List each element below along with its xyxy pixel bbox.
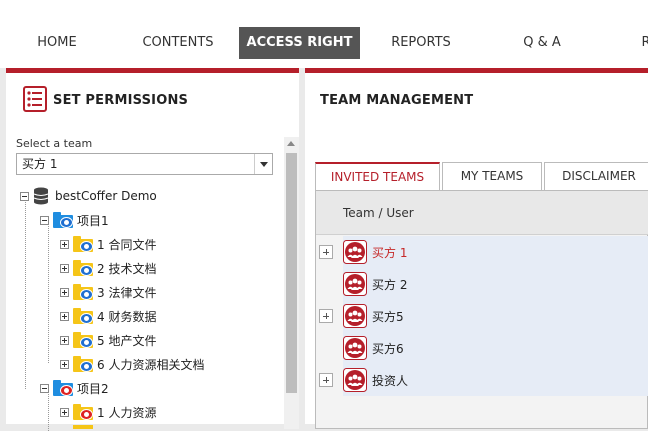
permissions-list-icon [23,86,47,112]
expand-toggle[interactable] [60,311,69,321]
expand-toggle[interactable] [60,239,69,249]
team-row[interactable]: 买方 1 [316,236,648,268]
folder-view-icon [73,332,93,348]
team-icon [343,240,367,264]
tree-project2[interactable]: 项目2 [40,378,109,398]
tree-item-label: 2 技术文档 [97,261,157,276]
folder-icon [73,425,93,429]
tree-item-label: 3 法律文件 [97,285,157,300]
grid-body: 买方 1 买方 2 买方5 买方6 投资人 [316,236,648,396]
tree-line [48,223,49,363]
expand-toggle[interactable] [60,407,69,417]
scroll-thumb[interactable] [286,153,297,393]
expand-toggle[interactable] [60,287,69,297]
team-icon [343,304,367,328]
team-name: 投资人 [372,373,409,388]
tree-item-label: 4 财务数据 [97,309,157,324]
team-management-title: TEAM MANAGEMENT [320,93,474,108]
folder-view-icon [73,236,93,252]
team-icon [343,368,367,392]
tree-item-label: 6 人力资源相关文档 [97,357,205,372]
collapse-toggle[interactable] [20,191,29,201]
project-folder-deny-icon [53,380,73,396]
team-name: 买方5 [372,309,404,324]
nav-contents[interactable]: CONTENTS [140,27,216,59]
team-row[interactable]: 买方 2 [316,268,648,300]
tree-item[interactable]: 1 人力资源 [60,402,156,422]
tree-item-label: 5 地产文件 [97,333,157,348]
team-select[interactable]: 买方 1 [16,153,273,175]
tab-my-teams[interactable]: MY TEAMS [442,162,542,190]
folder-view-icon [73,260,93,276]
team-management-panel: TEAM MANAGEMENT INVITED TEAMS MY TEAMS D… [305,68,648,429]
collapse-toggle[interactable] [40,383,49,393]
collapse-toggle[interactable] [40,215,49,225]
tree-item[interactable]: 4 财务数据 [60,306,156,326]
tree-item[interactable]: 2 技术文档 [60,258,156,278]
team-name: 买方6 [372,341,404,356]
expand-row-icon[interactable] [319,309,333,323]
expand-row-icon[interactable] [319,245,333,259]
expand-toggle[interactable] [60,359,69,369]
tree-item-label: 1 合同文件 [97,237,157,252]
expand-toggle[interactable] [60,263,69,273]
tree-item[interactable]: 5 地产文件 [60,330,156,350]
expand-row-icon[interactable] [319,373,333,387]
expand-toggle[interactable] [60,335,69,345]
team-name: 买方 2 [372,277,408,292]
nav-access-right[interactable]: ACCESS RIGHT [239,27,360,59]
tree-scrollbar[interactable] [284,137,299,429]
teams-grid: Team / User 买方 1 买方 2 买方5 买方6 投资人 [315,190,648,429]
nav-home[interactable]: HOME [36,27,78,59]
tab-invited-teams[interactable]: INVITED TEAMS [315,162,440,190]
folder-view-icon [73,284,93,300]
folder-view-icon [73,356,93,372]
top-navigation-bar: HOME CONTENTS ACCESS RIGHT REPORTS Q & A… [0,0,648,68]
nav-qa[interactable]: Q & A [521,27,563,59]
grid-header: Team / User [316,191,648,235]
scroll-up-arrow-icon[interactable] [287,141,295,146]
tree-item-partial [60,425,97,429]
chevron-down-icon[interactable] [254,154,272,174]
tree-item-label: 项目2 [77,381,109,396]
tree-line [25,199,26,389]
folder-deny-icon [73,404,93,420]
team-name: 买方 1 [372,245,408,260]
nav-reports[interactable]: REPORTS [389,27,453,59]
nav-reports-truncated[interactable]: R [640,27,648,59]
tree-item[interactable]: 6 人力资源相关文档 [60,354,204,374]
tree-project1[interactable]: 项目1 [40,210,109,230]
set-permissions-title: SET PERMISSIONS [53,93,189,108]
tab-disclaimer[interactable]: DISCLAIMER [544,162,648,190]
tree-root[interactable]: bestCoffer Demo [20,186,157,206]
team-row[interactable]: 买方5 [316,300,648,332]
team-icon [343,272,367,296]
column-header-team-user: Team / User [343,206,414,220]
team-select-value: 买方 1 [22,157,58,171]
team-icon [343,336,367,360]
tree-root-label: bestCoffer Demo [55,189,157,203]
database-icon [33,187,49,205]
team-row[interactable]: 投资人 [316,364,648,396]
tree-item-label: 项目1 [77,213,109,228]
team-row[interactable]: 买方6 [316,332,648,364]
project-folder-icon [53,212,73,228]
folder-view-icon [73,308,93,324]
set-permissions-panel: SET PERMISSIONS Select a team 买方 1 bestC… [6,68,299,431]
select-team-label: Select a team [16,137,93,150]
tree-item[interactable]: 3 法律文件 [60,282,156,302]
tree-item-label: 1 人力资源 [97,405,157,420]
tree-item[interactable]: 1 合同文件 [60,234,156,254]
